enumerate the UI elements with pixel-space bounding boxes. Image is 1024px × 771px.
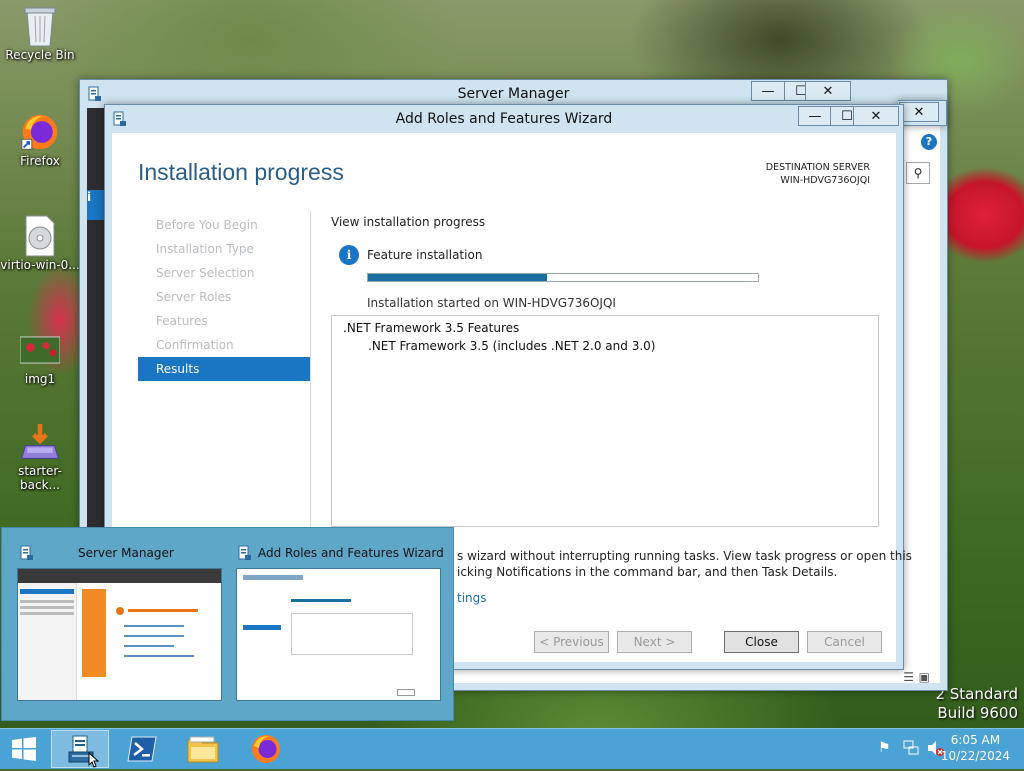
mouse-cursor-icon (88, 751, 100, 771)
windows-logo-icon (12, 737, 36, 761)
taskbar: ⚑ 6:05 AM 10/22/2024 (0, 728, 1024, 769)
previous-button[interactable]: < Previous (534, 631, 609, 653)
destination-value: WIN-HDVG736OJQI (780, 175, 870, 186)
destination-label: DESTINATION SERVER (765, 162, 870, 173)
feature-list: .NET Framework 3.5 Features .NET Framewo… (331, 315, 879, 527)
step-features: Features (156, 314, 208, 328)
cancel-button[interactable]: Cancel (807, 631, 882, 653)
installer-icon (20, 422, 60, 462)
step-server-roles: Server Roles (156, 290, 232, 304)
taskbar-file-explorer[interactable] (174, 730, 232, 768)
thumbnail-wizard[interactable]: Add Roles and Features Wizard (222, 528, 444, 718)
feature-item: .NET Framework 3.5 Features (343, 321, 520, 335)
status-title: Feature installation (367, 248, 483, 262)
firefox-icon (252, 735, 280, 763)
view-list-icon[interactable]: ☰ (903, 670, 914, 684)
desktop-icon-starter-back[interactable]: starter-back... (0, 422, 80, 492)
thumbnail-server-manager[interactable]: Server Manager (2, 528, 222, 718)
minimize-button[interactable]: — (798, 106, 832, 126)
info-icon: i (339, 245, 359, 265)
step-server-selection: Server Selection (156, 266, 255, 280)
taskbar-thumbnail-flyout: Server Manager Add Roles and Features Wi… (1, 527, 454, 721)
help-icon[interactable]: ? (921, 134, 937, 150)
clock[interactable]: 6:05 AM 10/22/2024 (941, 732, 1010, 764)
close-button[interactable]: ✕ (853, 106, 899, 126)
next-button[interactable]: Next > (617, 631, 692, 653)
disc-image-icon (20, 215, 60, 257)
folder-icon (187, 736, 219, 763)
export-settings-link[interactable]: tings (457, 591, 487, 605)
thumbnail-title: Server Manager (78, 546, 174, 560)
step-installation-type: Installation Type (156, 242, 254, 256)
status-detail: Installation started on WIN-HDVG736OJQI (367, 296, 616, 310)
step-confirmation: Confirmation (156, 338, 234, 352)
wizard-app-icon (238, 545, 252, 564)
close-wizard-button[interactable]: Close (724, 631, 799, 653)
wizard-preview (236, 568, 441, 701)
close-icon: ✕ (870, 108, 882, 124)
action-center-flag-icon[interactable]: ⚑ (878, 740, 891, 756)
wizard-title: Add Roles and Features Wizard (395, 111, 613, 127)
server-manager-app-icon (20, 545, 34, 564)
desktop-icon-label: Recycle Bin (5, 48, 75, 62)
taskbar-powershell[interactable] (113, 730, 171, 768)
desktop-icon-recycle-bin[interactable]: Recycle Bin (0, 6, 80, 62)
progress-fill (368, 274, 548, 281)
desktop-icon-label: Firefox (20, 154, 60, 168)
thumbnail-header: Server Manager (2, 542, 217, 564)
view-detail-icon[interactable]: ▣ (919, 670, 930, 684)
maximize-icon: ☐ (841, 108, 853, 124)
desktop-icon-label: virtio-win-0... (0, 258, 80, 272)
desktop-icon-label: starter-back... (18, 464, 62, 492)
wizard-steps: Before You Begin Installation Type Serve… (138, 213, 310, 381)
search-icon[interactable]: ⚲ (906, 162, 930, 184)
installation-progress-bar (367, 273, 759, 282)
start-button[interactable] (0, 730, 48, 768)
desktop-icon-label: img1 (24, 372, 56, 386)
taskbar-server-manager[interactable] (51, 730, 109, 768)
minimize-icon: — (761, 83, 775, 99)
recycle-bin-icon (20, 6, 60, 47)
page-title: Installation progress (138, 159, 344, 185)
firefox-icon (20, 112, 60, 152)
close-button[interactable]: ✕ (899, 102, 939, 122)
close-button[interactable]: ✕ (805, 81, 851, 101)
system-tray: ⚑ 6:05 AM 10/22/2024 (864, 729, 1024, 769)
watermark-build: Build 9600 (937, 704, 1018, 722)
close-icon: ✕ (913, 104, 925, 120)
close-icon: ✕ (822, 83, 834, 99)
desktop-icon-virtio[interactable]: virtio-win-0... (0, 215, 80, 272)
powershell-icon (127, 736, 157, 762)
view-progress-label: View installation progress (331, 215, 486, 229)
feature-item: .NET Framework 3.5 (includes .NET 2.0 an… (368, 339, 656, 353)
image-thumbnail-icon (20, 330, 60, 370)
desktop-icon-img1[interactable]: img1 (0, 330, 80, 386)
thumbnail-header: Add Roles and Features Wizard (222, 542, 444, 564)
clock-date: 10/22/2024 (940, 749, 1010, 763)
wizard-note-line1: s wizard without interrupting running ta… (457, 549, 912, 563)
network-icon[interactable] (902, 739, 920, 760)
taskbar-firefox[interactable] (237, 730, 295, 768)
server-manager-window-back: ✕ (898, 100, 947, 126)
destination-server: DESTINATION SERVER WIN-HDVG736OJQI (766, 161, 870, 187)
server-manager-preview (17, 568, 222, 701)
wizard-titlebar[interactable]: Add Roles and Features Wizard — ☐ ✕ (105, 105, 903, 133)
wizard-note-line2: icking Notifications in the command bar,… (457, 565, 838, 579)
step-results[interactable]: Results (138, 357, 310, 381)
clock-time: 6:05 AM (950, 733, 1001, 747)
minimize-icon: — (808, 108, 822, 124)
thumbnail-title: Add Roles and Features Wizard (258, 546, 444, 560)
desktop-icon-firefox[interactable]: Firefox (0, 112, 80, 168)
step-before-you-begin: Before You Begin (156, 218, 258, 232)
minimize-button[interactable]: — (751, 81, 785, 101)
